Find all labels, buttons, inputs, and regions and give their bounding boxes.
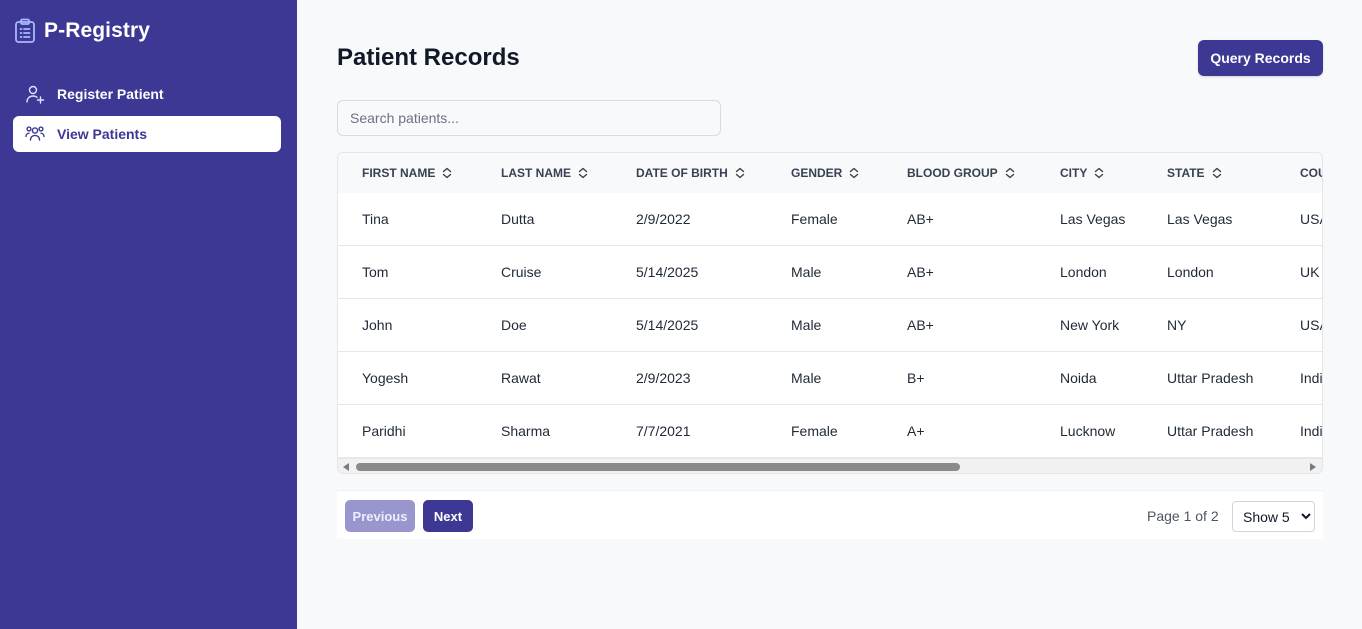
cell-country: USA: [1300, 317, 1322, 333]
cell-last-name: Rawat: [501, 370, 541, 386]
sidebar-item-label: View Patients: [57, 126, 148, 142]
cell-first-name: Paridhi: [362, 423, 406, 439]
cell-blood-group: A+: [907, 423, 925, 439]
cell-first-name: John: [362, 317, 393, 333]
cell-gender: Female: [791, 423, 838, 439]
cell-blood-group: AB+: [907, 211, 934, 227]
cell-last-name: Cruise: [501, 264, 542, 280]
sort-icon: [735, 167, 745, 179]
cell-state: NY: [1167, 317, 1187, 333]
sidebar-item-register-patient[interactable]: Register Patient: [13, 76, 281, 112]
cell-city: New York: [1060, 317, 1120, 333]
column-header-date-of-birth[interactable]: Date of Birth: [636, 153, 745, 193]
column-header-blood-group[interactable]: Blood Group: [907, 153, 1015, 193]
cell-city: London: [1060, 264, 1107, 280]
app-title: P-Registry: [44, 19, 151, 42]
cell-state: Uttar Pradesh: [1167, 423, 1254, 439]
cell-state: Las Vegas: [1167, 211, 1233, 227]
table-row[interactable]: Paridhi Sharma 7/7/2021 Female A+ Luckno…: [338, 405, 1323, 458]
patients-table: First Name Last Name Date of Birth Gende…: [337, 152, 1323, 474]
user-plus-icon: [25, 84, 45, 104]
scroll-right-arrow-icon[interactable]: [1310, 463, 1316, 471]
cell-country: India: [1300, 370, 1323, 386]
page-info: Page 1 of 2: [1147, 508, 1219, 524]
cell-date-of-birth: 5/14/2025: [636, 317, 699, 333]
cell-date-of-birth: 5/14/2025: [636, 264, 699, 280]
column-header-city[interactable]: City: [1060, 153, 1104, 193]
cell-country: India: [1300, 423, 1323, 439]
brand: P-Registry: [14, 18, 150, 44]
cell-date-of-birth: 2/9/2022: [636, 211, 691, 227]
sidebar-item-view-patients[interactable]: View Patients: [13, 116, 281, 152]
sort-icon: [442, 167, 452, 179]
cell-gender: Female: [791, 211, 838, 227]
cell-city: Las Vegas: [1060, 211, 1126, 227]
search-input[interactable]: [337, 100, 721, 136]
cell-blood-group: AB+: [907, 264, 934, 280]
table-row[interactable]: Yogesh Rawat 2/9/2023 Male B+ Noida Utta…: [338, 352, 1323, 405]
users-icon: [25, 124, 45, 144]
sidebar: P-Registry Register Patient View Patient: [0, 0, 297, 629]
horizontal-scrollbar[interactable]: [338, 458, 1322, 473]
cell-state: Uttar Pradesh: [1167, 370, 1254, 386]
cell-gender: Male: [791, 264, 822, 280]
cell-gender: Male: [791, 317, 822, 333]
cell-date-of-birth: 7/7/2021: [636, 423, 691, 439]
next-button[interactable]: Next: [423, 500, 473, 532]
sort-icon: [1212, 167, 1222, 179]
cell-last-name: Doe: [501, 317, 527, 333]
sort-icon: [578, 167, 588, 179]
cell-gender: Male: [791, 370, 822, 386]
table-row[interactable]: Tina Dutta 2/9/2022 Female AB+ Las Vegas…: [338, 193, 1322, 246]
cell-last-name: Sharma: [501, 423, 551, 439]
cell-first-name: Yogesh: [362, 370, 409, 386]
column-header-first-name[interactable]: First Name: [362, 153, 452, 193]
column-header-gender[interactable]: Gender: [791, 153, 859, 193]
cell-date-of-birth: 2/9/2023: [636, 370, 691, 386]
sort-icon: [1005, 167, 1015, 179]
cell-country: USA: [1300, 211, 1322, 227]
table-row[interactable]: Tom Cruise 5/14/2025 Male AB+ London Lon…: [338, 246, 1322, 299]
page-title: Patient Records: [337, 44, 520, 71]
scroll-left-arrow-icon[interactable]: [343, 463, 349, 471]
cell-city: Noida: [1060, 370, 1097, 386]
cell-last-name: Dutta: [501, 211, 535, 227]
column-header-last-name[interactable]: Last Name: [501, 153, 588, 193]
cell-first-name: Tom: [362, 264, 389, 280]
cell-blood-group: B+: [907, 370, 925, 386]
query-records-button[interactable]: Query Records: [1198, 40, 1323, 76]
previous-button[interactable]: Previous: [345, 500, 415, 532]
cell-city: Lucknow: [1060, 423, 1116, 439]
pagination-bar: Previous Next Page 1 of 2 Show 5: [337, 490, 1323, 539]
sort-icon: [1094, 167, 1104, 179]
main-content: Patient Records Query Records First Name…: [297, 0, 1362, 629]
scrollbar-thumb[interactable]: [356, 463, 960, 471]
page-size-select[interactable]: Show 5: [1232, 501, 1315, 532]
cell-state: London: [1167, 264, 1214, 280]
table-header: First Name Last Name Date of Birth Gende…: [338, 153, 1322, 193]
sort-icon: [849, 167, 859, 179]
cell-blood-group: AB+: [907, 317, 934, 333]
clipboard-list-icon: [14, 18, 36, 44]
table-row[interactable]: John Doe 5/14/2025 Male AB+ New York NY …: [338, 299, 1322, 352]
cell-country: UK: [1300, 264, 1320, 280]
cell-first-name: Tina: [362, 211, 389, 227]
sidebar-item-label: Register Patient: [57, 86, 164, 102]
column-header-state[interactable]: State: [1167, 153, 1222, 193]
column-header-country[interactable]: Cou: [1300, 153, 1322, 193]
